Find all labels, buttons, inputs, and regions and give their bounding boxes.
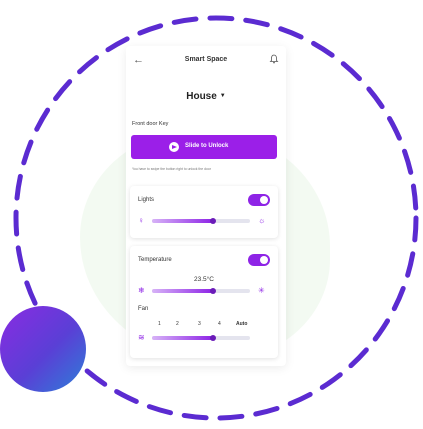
fan-tick: 2 [176,321,179,327]
bulb-on-icon: ☼ [258,216,266,225]
lights-label: Lights [138,197,155,203]
bell-icon[interactable] [269,54,279,64]
slide-to-unlock-button[interactable]: Slide to Unlock [131,135,277,159]
location-label: House [186,91,217,102]
app-header: ← Smart Space [126,54,286,70]
fan-tick-auto: Auto [236,321,248,327]
phone-screen: ← Smart Space House ▼ Front door Key Slid… [126,46,286,366]
location-select[interactable]: House ▼ [126,91,286,102]
unlock-hint: You have to swipe the button right to un… [132,167,211,171]
lights-card: Lights ♀ ☼ [130,186,278,238]
bulb-off-icon: ♀ [138,216,144,225]
fan-slider-thumb[interactable] [210,335,216,341]
front-door-label: Front door Key [132,121,169,127]
temperature-slider-thumb[interactable] [210,288,216,294]
lights-toggle[interactable] [248,194,270,206]
fan-tick: 4 [218,321,221,327]
lights-slider-thumb[interactable] [210,218,216,224]
temperature-toggle[interactable] [248,254,270,266]
temperature-slider-fill [152,289,213,293]
fan-tick: 3 [198,321,201,327]
snowflake-icon: ❄ [138,286,145,295]
lights-slider-fill [152,219,213,223]
sun-icon: ✳ [258,286,265,295]
app-title: Smart Space [184,56,228,63]
climate-card: Temperature 23.5°C ❄ ✳ Fan 1 2 3 4 Auto … [130,246,278,358]
temperature-label: Temperature [138,257,172,263]
fan-slider-fill [152,336,213,340]
fan-slider[interactable] [152,335,250,341]
slide-to-unlock-label: Slide to Unlock [185,143,229,149]
fan-tick: 1 [158,321,161,327]
temperature-value: 23.5°C [194,276,214,283]
chevron-down-icon: ▼ [219,93,226,99]
lights-slider[interactable] [152,218,250,224]
temperature-slider[interactable] [152,288,250,294]
wind-icon: ≋ [138,333,145,342]
slide-knob-icon[interactable] [169,142,179,152]
gradient-circle-decoration [0,306,86,392]
fan-label: Fan [138,306,149,312]
